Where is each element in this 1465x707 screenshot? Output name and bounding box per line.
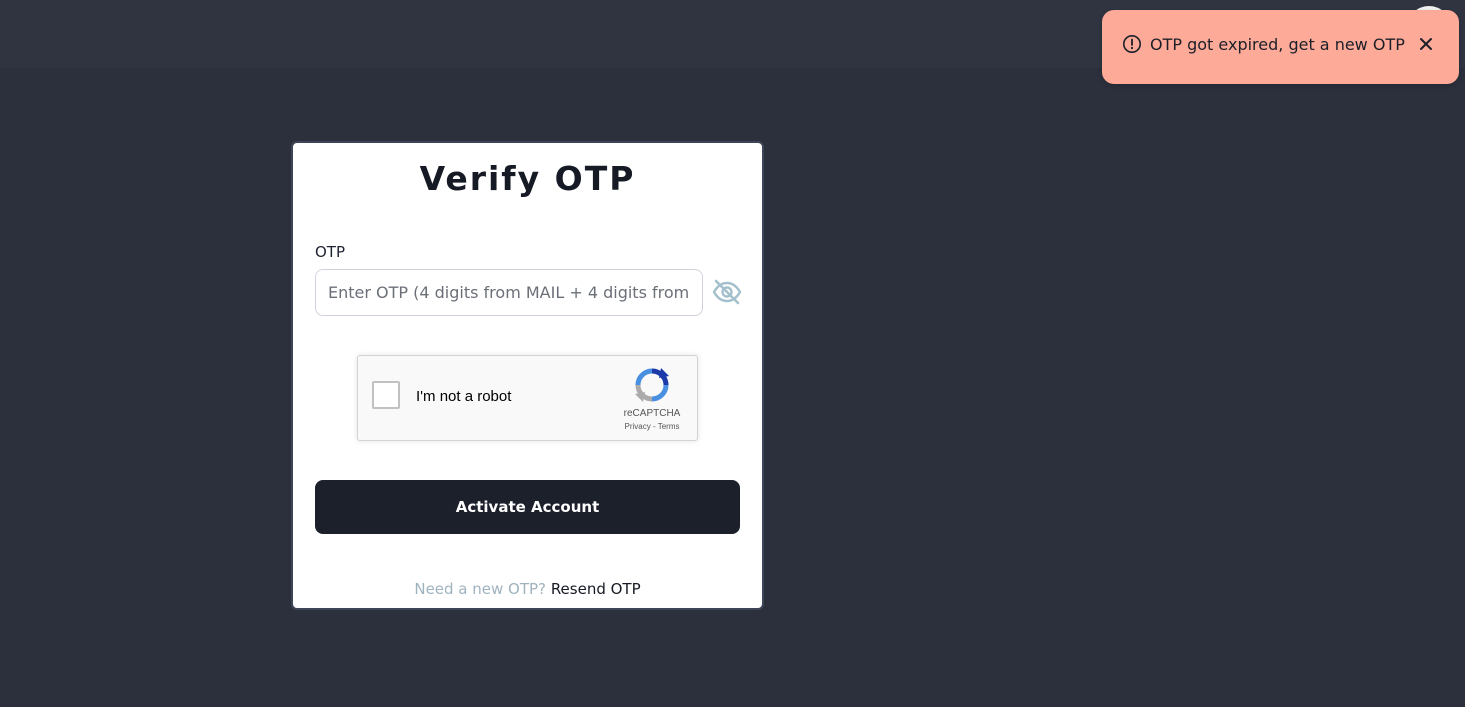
toast-message: OTP got expired, get a new OTP: [1150, 34, 1405, 54]
eye-off-icon[interactable]: [711, 276, 743, 308]
terms-link[interactable]: Terms: [658, 422, 680, 431]
resend-prompt: Need a new OTP?: [414, 580, 547, 598]
recaptcha-label: I'm not a robot: [416, 388, 512, 405]
verify-otp-card: Verify OTP OTP I'm not a robot reCAPTCHA…: [291, 141, 764, 610]
activate-account-button[interactable]: Activate Account: [315, 480, 740, 534]
otp-input[interactable]: [315, 269, 703, 316]
resend-otp-link[interactable]: Resend OTP: [551, 580, 641, 598]
recaptcha-brand: reCAPTCHA: [623, 408, 681, 419]
error-toast: OTP got expired, get a new OTP: [1102, 10, 1459, 84]
recaptcha-widget: I'm not a robot reCAPTCHA Privacy - Term…: [357, 355, 698, 441]
close-icon[interactable]: [1418, 36, 1434, 52]
otp-label: OTP: [315, 243, 346, 261]
recaptcha-logo-icon: [634, 367, 670, 403]
alert-circle-icon: [1122, 34, 1142, 54]
recaptcha-checkbox[interactable]: [372, 381, 400, 409]
page-title: Verify OTP: [419, 159, 636, 198]
recaptcha-links: Privacy - Terms: [602, 422, 702, 431]
privacy-link[interactable]: Privacy: [625, 422, 651, 431]
link-separator: -: [650, 422, 658, 431]
resend-row: Need a new OTP? Resend OTP: [293, 580, 762, 598]
